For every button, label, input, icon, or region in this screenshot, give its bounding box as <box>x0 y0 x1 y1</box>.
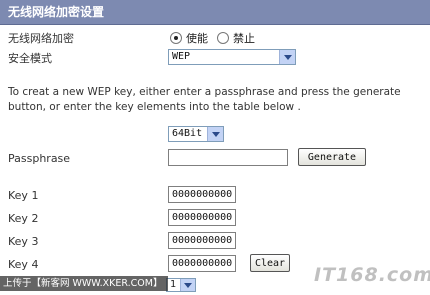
enable-radio[interactable] <box>170 32 182 44</box>
wireless-encryption-label: 无线网络加密 <box>8 32 74 45</box>
wep-description: To creat a new WEP key, either enter a p… <box>8 86 401 113</box>
key-3-input[interactable]: 0000000000 <box>168 232 236 249</box>
chevron-down-icon <box>207 127 223 141</box>
key-label: Key 1 <box>8 189 39 202</box>
key-length-value: 64Bit <box>172 128 203 139</box>
key-label: Key 3 <box>8 235 39 248</box>
passphrase-label: Passphrase <box>8 152 71 165</box>
chevron-down-icon <box>279 50 295 64</box>
key-1-input[interactable]: 0000000000 <box>168 186 236 203</box>
security-mode-select[interactable]: WEP <box>168 49 296 65</box>
default-key-select[interactable]: 1 <box>166 278 196 292</box>
security-mode-value: WEP <box>172 51 191 62</box>
security-mode-label: 安全模式 <box>8 52 52 65</box>
settings-header: 无线网络加密设置 <box>0 0 430 25</box>
page-title: 无线网络加密设置 <box>8 5 105 19</box>
enable-radio-label: 使能 <box>186 32 208 45</box>
disable-radio[interactable] <box>217 32 229 44</box>
chevron-down-icon <box>180 279 195 291</box>
default-key-value: 1 <box>170 279 177 290</box>
key-length-select[interactable]: 64Bit <box>168 126 224 142</box>
generate-button[interactable]: Generate <box>298 148 366 166</box>
key-label: Key 4 <box>8 258 39 271</box>
key-2-input[interactable]: 0000000000 <box>168 209 236 226</box>
disable-radio-label: 禁止 <box>233 32 255 45</box>
key-4-input[interactable]: 0000000000 <box>168 255 236 272</box>
upload-watermark: 上传于【新客网 WWW.XKER.COM】 <box>0 276 168 291</box>
passphrase-input[interactable] <box>168 149 288 166</box>
key-label: Key 2 <box>8 212 39 225</box>
it168-logo-watermark: IT168.com <box>314 264 430 286</box>
clear-button[interactable]: Clear <box>250 254 290 272</box>
